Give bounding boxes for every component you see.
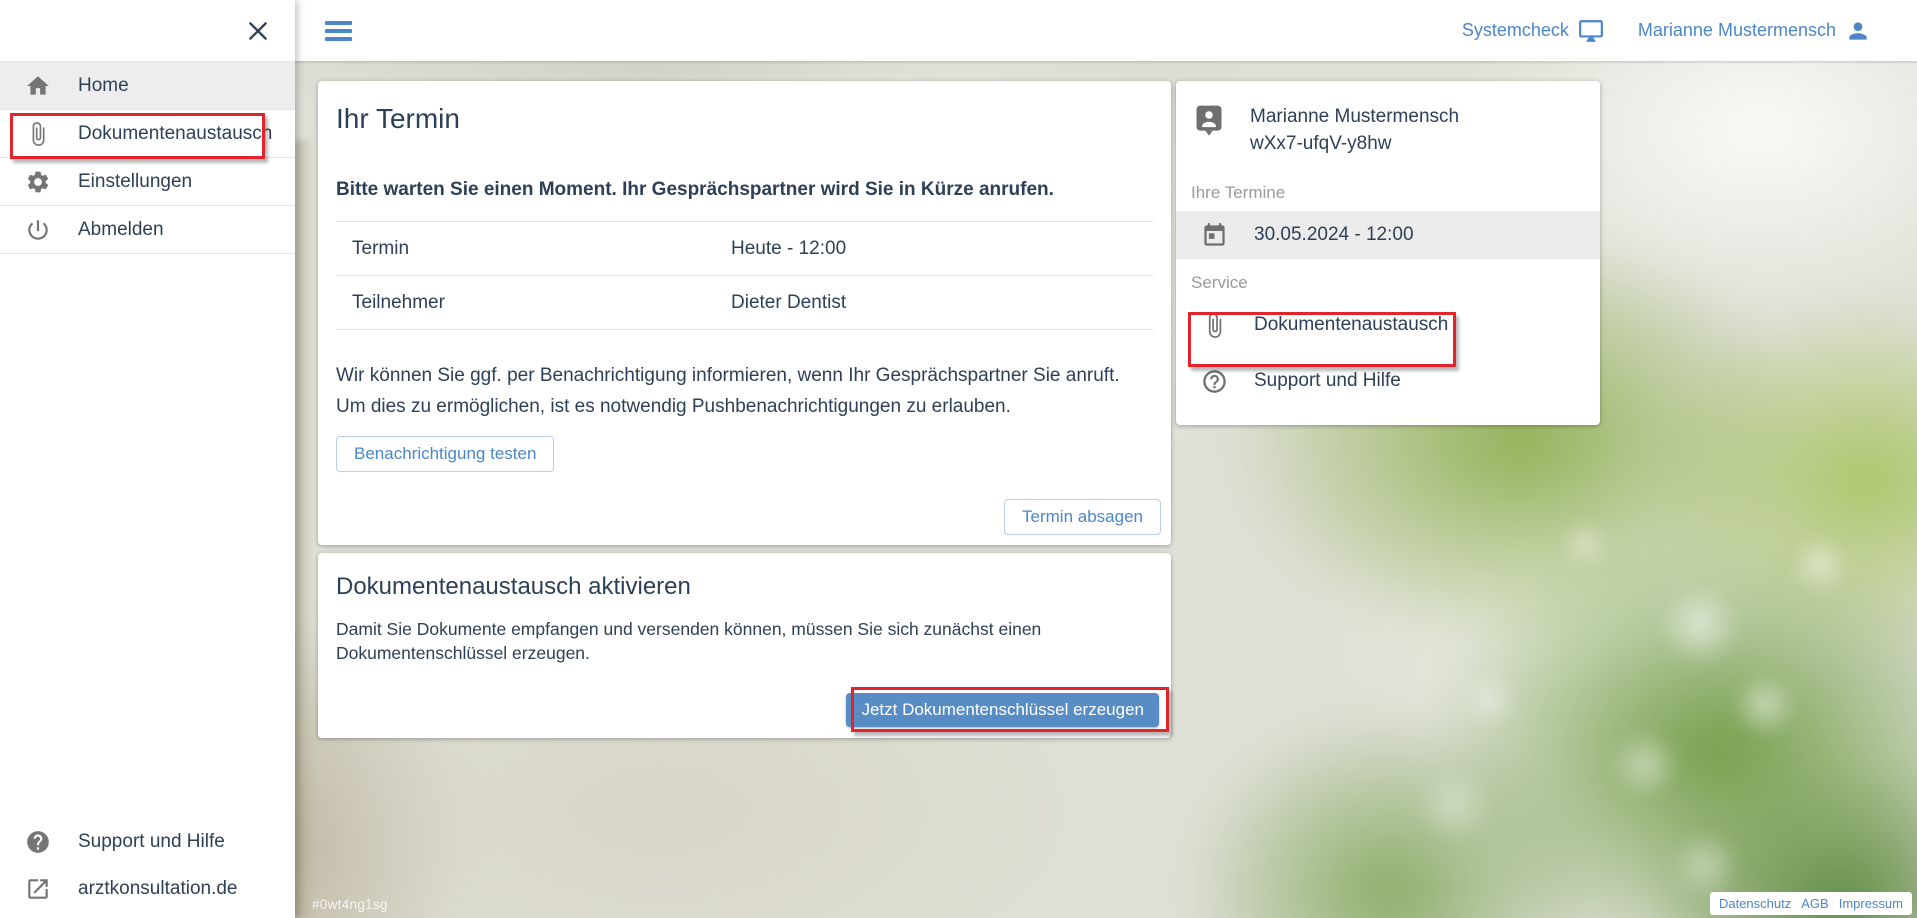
service-item-label: Dokumentenaustausch (1254, 314, 1448, 336)
cancel-appointment-button[interactable]: Termin absagen (1004, 499, 1161, 535)
profile-name: Marianne Mustermensch (1250, 103, 1459, 130)
user-name: Marianne Mustermensch (1638, 20, 1836, 41)
sidebar-item-label: Home (78, 75, 129, 97)
session-watermark: #0wt4ng1sg (312, 897, 388, 912)
person-icon (1845, 18, 1871, 44)
push-notification-info: Wir können Sie ggf. per Benachrichtigung… (336, 360, 1151, 422)
service-item-label: Support und Hilfe (1254, 370, 1401, 392)
wait-message: Bitte warten Sie einen Moment. Ihr Gespr… (336, 177, 1153, 203)
help-icon (24, 829, 51, 855)
home-icon (24, 73, 51, 99)
sidebar-item-einstellungen[interactable]: Einstellungen (0, 158, 295, 206)
row-label: Termin (336, 238, 731, 260)
service-section-label: Service (1176, 273, 1600, 293)
service-item-dokumentenaustausch[interactable]: Dokumentenaustausch (1176, 301, 1600, 349)
appointment-table: Termin Heute - 12:00 Teilnehmer Dieter D… (336, 221, 1153, 330)
sidebar-footer: Support und Hilfe arztkonsultation.de (0, 818, 295, 912)
user-menu[interactable]: Marianne Mustermensch (1638, 18, 1871, 44)
paperclip-icon (24, 121, 51, 147)
appointment-list-item[interactable]: 30.05.2024 - 12:00 (1176, 211, 1600, 259)
sidebar-item-label: Abmelden (78, 219, 164, 241)
activation-title: Dokumentenaustausch aktivieren (336, 573, 1153, 601)
close-icon[interactable] (245, 18, 271, 44)
sidebar-item-home[interactable]: Home (0, 62, 295, 110)
profile-code: wXx7-ufqV-y8hw (1250, 130, 1459, 157)
row-label: Teilnehmer (336, 292, 731, 314)
table-row: Teilnehmer Dieter Dentist (336, 276, 1153, 330)
table-row: Termin Heute - 12:00 (336, 222, 1153, 276)
profile-header: Marianne Mustermensch wXx7-ufqV-y8hw (1176, 103, 1600, 157)
page-title: Ihr Termin (336, 103, 1153, 135)
sidebar-item-support[interactable]: Support und Hilfe (0, 818, 295, 865)
appointments-section-label: Ihre Termine (1176, 183, 1600, 203)
monitor-icon (1578, 18, 1604, 44)
test-notification-button[interactable]: Benachrichtigung testen (336, 436, 554, 472)
sidebar: Home Dokumentenaustausch Einstellungen A… (0, 0, 295, 918)
appointment-card: Ihr Termin Bitte warten Sie einen Moment… (318, 81, 1171, 545)
topbar: Systemcheck Marianne Mustermensch (295, 0, 1917, 61)
sidebar-item-label: arztkonsultation.de (78, 878, 238, 900)
sidebar-item-abmelden[interactable]: Abmelden (0, 206, 295, 254)
systemcheck-link[interactable]: Systemcheck (1462, 18, 1604, 44)
systemcheck-label: Systemcheck (1462, 20, 1569, 41)
sidebar-item-label: Dokumentenaustausch (78, 123, 272, 145)
generate-document-key-button[interactable]: Jetzt Dokumentenschlüssel erzeugen (846, 693, 1159, 727)
app-window: Systemcheck Marianne Mustermensch (0, 0, 1917, 918)
profile-card: Marianne Mustermensch wXx7-ufqV-y8hw Ihr… (1176, 81, 1600, 425)
person-badge-icon (1194, 103, 1224, 157)
gear-icon (24, 169, 51, 195)
sidebar-item-website[interactable]: arztkonsultation.de (0, 865, 295, 912)
row-value: Dieter Dentist (731, 292, 846, 314)
sidebar-item-label: Einstellungen (78, 171, 192, 193)
calendar-icon (1200, 222, 1228, 249)
menu-icon[interactable] (325, 21, 352, 41)
activation-card: Dokumentenaustausch aktivieren Damit Sie… (318, 553, 1171, 738)
power-icon (24, 217, 51, 243)
datenschutz-link[interactable]: Datenschutz (1719, 896, 1791, 911)
sidebar-nav: Home Dokumentenaustausch Einstellungen A… (0, 62, 295, 254)
activation-description: Damit Sie Dokumente empfangen und versen… (336, 617, 1136, 665)
background-detail (293, 140, 313, 918)
service-item-support[interactable]: Support und Hilfe (1176, 357, 1600, 405)
appointment-date: 30.05.2024 - 12:00 (1254, 224, 1414, 246)
paperclip-icon (1200, 312, 1228, 339)
open-in-new-icon (24, 876, 51, 902)
agb-link[interactable]: AGB (1801, 896, 1828, 911)
legal-links: Datenschutz AGB Impressum (1710, 892, 1912, 915)
impressum-link[interactable]: Impressum (1839, 896, 1903, 911)
sidebar-item-dokumentenaustausch[interactable]: Dokumentenaustausch (0, 110, 295, 158)
sidebar-item-label: Support und Hilfe (78, 831, 225, 853)
help-outline-icon (1200, 368, 1228, 395)
sidebar-header (0, 0, 295, 62)
row-value: Heute - 12:00 (731, 238, 846, 260)
